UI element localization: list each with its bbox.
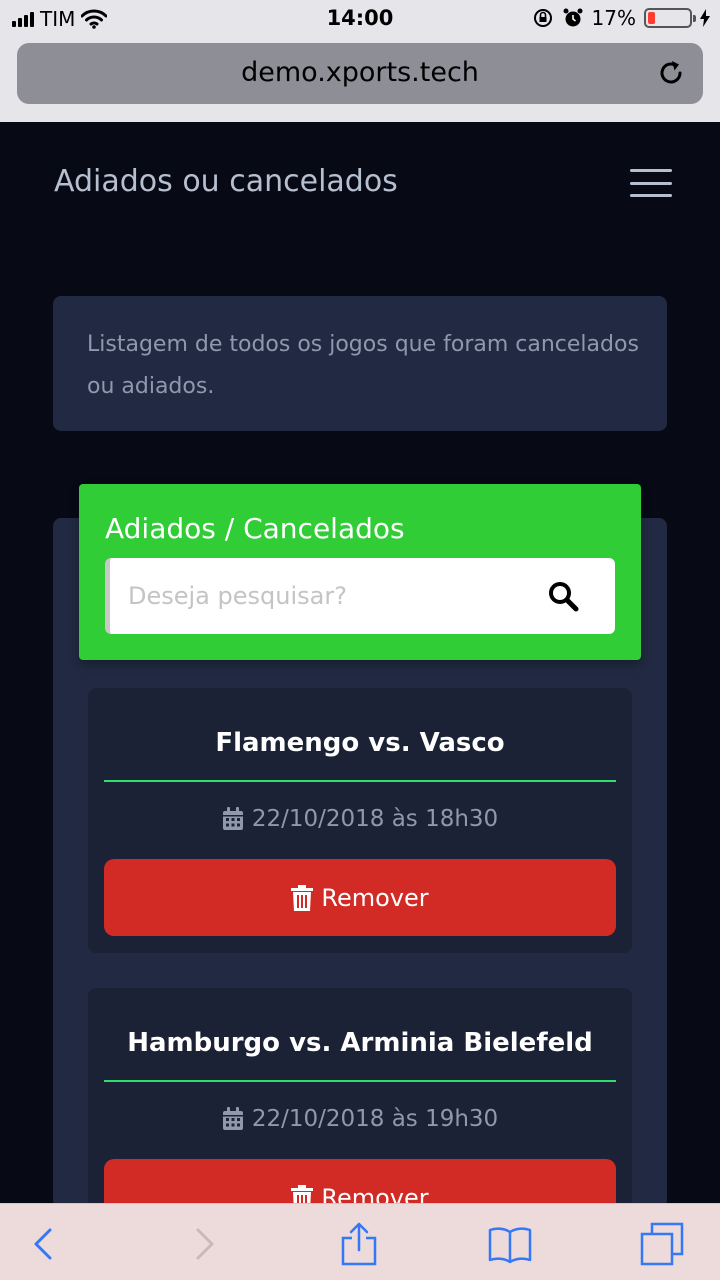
remove-button[interactable]: Remover (104, 859, 616, 936)
search-icon[interactable] (547, 580, 579, 612)
alarm-icon (563, 8, 583, 27)
game-date-text: 22/10/2018 às 18h30 (251, 806, 499, 832)
card-divider (104, 1080, 616, 1082)
browser-chrome: TIM 14:00 17% demo.xports.tech (0, 0, 720, 122)
app-header: Adiados ou cancelados (0, 122, 720, 242)
bookmarks-icon[interactable] (488, 1222, 532, 1266)
trash-icon (291, 884, 314, 911)
game-date-text: 22/10/2018 às 19h30 (251, 1106, 499, 1132)
forward-icon[interactable] (182, 1222, 226, 1266)
page-title: Adiados ou cancelados (54, 164, 398, 199)
game-title: Hamburgo vs. Arminia Bielefeld (127, 1028, 593, 1058)
panel-title: Adiados / Cancelados (105, 512, 405, 545)
hamburger-icon[interactable] (630, 169, 672, 197)
game-title: Flamengo vs. Vasco (215, 728, 505, 758)
tabs-icon[interactable] (640, 1222, 684, 1266)
remove-label: Remover (321, 883, 429, 912)
panel-header: Adiados / Cancelados (79, 484, 641, 660)
charging-icon (700, 9, 710, 27)
intro-text: Listagem de todos os jogos que foram can… (87, 332, 639, 399)
calendar-icon (222, 807, 243, 830)
card-divider (104, 780, 616, 782)
status-bar: TIM 14:00 17% (0, 0, 720, 38)
orientation-lock-icon (533, 9, 552, 27)
status-right: 17% (532, 6, 710, 30)
back-icon[interactable] (22, 1222, 66, 1266)
intro-box: Listagem de todos os jogos que foram can… (53, 296, 667, 431)
battery-percent: 17% (591, 6, 636, 30)
url-text[interactable]: demo.xports.tech (17, 57, 703, 88)
game-card: Flamengo vs. Vasco 22/10/2018 às 18h30 R… (88, 688, 632, 953)
search-box (105, 558, 615, 634)
reload-icon[interactable] (655, 57, 687, 89)
browser-toolbar (0, 1203, 720, 1280)
battery-icon (644, 8, 696, 28)
search-input[interactable] (128, 558, 528, 634)
share-icon[interactable] (337, 1222, 381, 1266)
game-date: 22/10/2018 às 19h30 (88, 1106, 632, 1132)
game-date: 22/10/2018 às 18h30 (88, 806, 632, 832)
calendar-icon (222, 1107, 243, 1130)
address-bar[interactable]: demo.xports.tech (17, 43, 703, 104)
game-card: Hamburgo vs. Arminia Bielefeld 22/10/201… (88, 988, 632, 1218)
